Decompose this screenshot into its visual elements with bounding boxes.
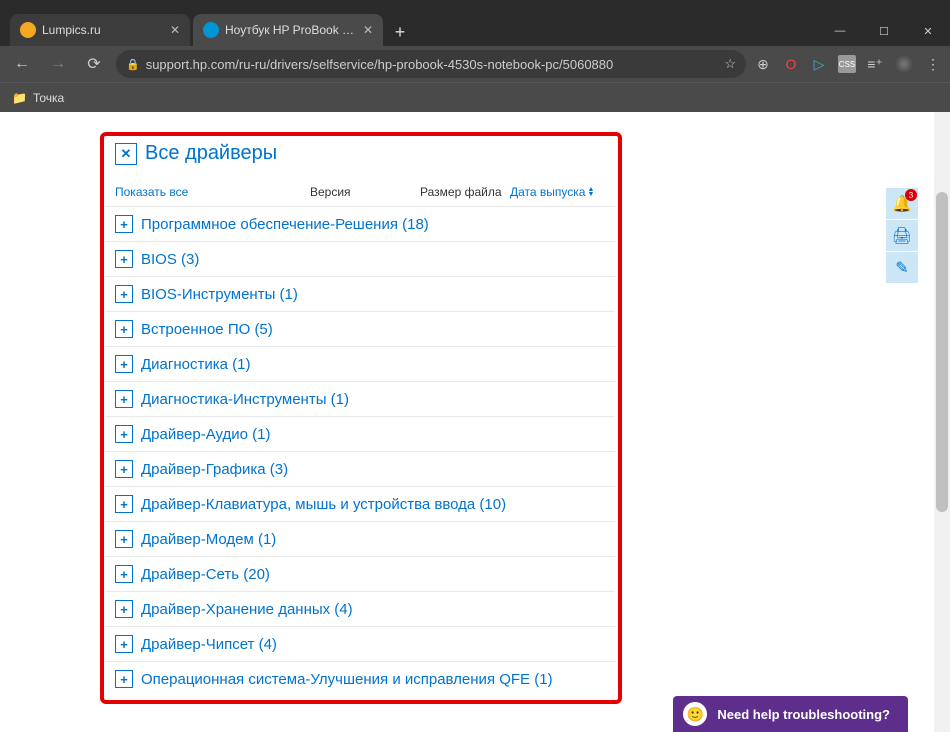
expand-icon[interactable]: + xyxy=(115,355,133,373)
sticky-toolbar: 🔔3 🖨 ✎ xyxy=(886,188,918,284)
collapse-all-icon[interactable]: ✕ xyxy=(115,143,137,165)
opera-icon[interactable]: O xyxy=(782,55,800,73)
expand-icon[interactable]: + xyxy=(115,495,133,513)
maximize-button[interactable]: ☐ xyxy=(862,16,906,46)
category-label: Диагностика (1) xyxy=(141,356,250,373)
close-window-button[interactable]: ✕ xyxy=(906,16,950,46)
avatar-icon[interactable] xyxy=(894,54,914,74)
bookmark-item[interactable]: Точка xyxy=(33,91,64,105)
expand-icon[interactable]: + xyxy=(115,460,133,478)
tab-title: Ноутбук HP ProBook 4530s Загр xyxy=(225,23,357,37)
col-version: Версия xyxy=(310,185,420,199)
col-release-date[interactable]: Дата выпуска ▲▼ xyxy=(510,185,594,199)
favicon-icon xyxy=(20,22,36,38)
url-text: support.hp.com/ru-ru/drivers/selfservice… xyxy=(146,57,719,72)
category-label: Драйвер-Чипсет (4) xyxy=(141,636,277,653)
category-label: Драйвер-Графика (3) xyxy=(141,461,288,478)
col-show-all[interactable]: Показать все xyxy=(115,185,310,199)
menu-icon[interactable]: ⋮ xyxy=(924,55,942,73)
category-row[interactable]: + BIOS-Инструменты (1) xyxy=(105,276,615,311)
close-icon[interactable]: ✕ xyxy=(363,23,373,37)
scrollbar-thumb[interactable] xyxy=(936,192,948,512)
css-icon[interactable]: CSS xyxy=(838,55,856,73)
expand-icon[interactable]: + xyxy=(115,635,133,653)
category-row[interactable]: + Операционная система-Улучшения и исправ… xyxy=(105,661,615,696)
category-row[interactable]: + Диагностика-Инструменты (1) xyxy=(105,381,615,416)
forward-button[interactable]: → xyxy=(44,50,72,78)
address-bar: ← → ⟳ 🔒 support.hp.com/ru-ru/drivers/sel… xyxy=(0,46,950,82)
expand-icon[interactable]: + xyxy=(115,285,133,303)
chat-text: Need help troubleshooting? xyxy=(717,707,890,722)
category-label: Драйвер-Модем (1) xyxy=(141,531,276,548)
star-icon[interactable]: ☆ xyxy=(724,56,736,72)
alert-badge: 3 xyxy=(905,189,917,201)
category-label: Программное обеспечение-Решения (18) xyxy=(141,216,429,233)
category-label: Операционная система-Улучшения и исправл… xyxy=(141,671,553,688)
category-row[interactable]: + Драйвер-Графика (3) xyxy=(105,451,615,486)
chat-widget[interactable]: 🙂 Need help troubleshooting? xyxy=(673,696,908,732)
category-label: Драйвер-Хранение данных (4) xyxy=(141,601,353,618)
close-icon[interactable]: ✕ xyxy=(170,23,180,37)
expand-icon[interactable]: + xyxy=(115,250,133,268)
new-tab-button[interactable]: + xyxy=(386,18,414,46)
category-row[interactable]: + Встроенное ПО (5) xyxy=(105,311,615,346)
category-row[interactable]: + Драйвер-Клавиатура, мышь и устройства в… xyxy=(105,486,615,521)
bookmark-bar: 📁 Точка xyxy=(0,82,950,112)
reader-icon[interactable]: ≡⁺ xyxy=(866,55,884,73)
column-headers: Показать все Версия Размер файла Дата вы… xyxy=(105,179,615,206)
expand-icon[interactable]: + xyxy=(115,215,133,233)
category-label: BIOS-Инструменты (1) xyxy=(141,286,298,303)
expand-icon[interactable]: + xyxy=(115,600,133,618)
tab-hp-support[interactable]: Ноутбук HP ProBook 4530s Загр ✕ xyxy=(193,14,383,46)
tab-lumpics[interactable]: Lumpics.ru ✕ xyxy=(10,14,190,46)
folder-icon: 📁 xyxy=(12,91,27,105)
category-row[interactable]: + Диагностика (1) xyxy=(105,346,615,381)
category-row[interactable]: + Драйвер-Модем (1) xyxy=(105,521,615,556)
alerts-button[interactable]: 🔔3 xyxy=(886,188,918,220)
feedback-button[interactable]: ✎ xyxy=(886,252,918,284)
expand-icon[interactable]: + xyxy=(115,390,133,408)
category-label: Драйвер-Аудио (1) xyxy=(141,426,271,443)
all-drivers-heading: Все драйверы xyxy=(145,142,277,165)
print-button[interactable]: 🖨 xyxy=(886,220,918,252)
tab-title: Lumpics.ru xyxy=(42,23,164,37)
chat-avatar-icon: 🙂 xyxy=(683,702,707,726)
category-label: Встроенное ПО (5) xyxy=(141,321,273,338)
lock-icon: 🔒 xyxy=(126,58,140,71)
category-row[interactable]: + Драйвер-Аудио (1) xyxy=(105,416,615,451)
minimize-button[interactable]: — xyxy=(818,16,862,46)
col-file-size: Размер файла xyxy=(420,185,510,199)
all-drivers-heading-row[interactable]: ✕ Все драйверы xyxy=(105,132,615,179)
category-row[interactable]: + Программное обеспечение-Решения (18) xyxy=(105,206,615,241)
play-icon[interactable]: ▷ xyxy=(810,55,828,73)
category-label: Диагностика-Инструменты (1) xyxy=(141,391,349,408)
category-row[interactable]: + Драйвер-Чипсет (4) xyxy=(105,626,615,661)
tab-strip: Lumpics.ru ✕ Ноутбук HP ProBook 4530s За… xyxy=(0,10,950,46)
category-label: Драйвер-Клавиатура, мышь и устройства вв… xyxy=(141,496,506,513)
category-row[interactable]: + BIOS (3) xyxy=(105,241,615,276)
expand-icon[interactable]: + xyxy=(115,670,133,688)
favicon-icon xyxy=(203,22,219,38)
omnibox[interactable]: 🔒 support.hp.com/ru-ru/drivers/selfservi… xyxy=(116,50,746,78)
back-button[interactable]: ← xyxy=(8,50,36,78)
category-label: BIOS (3) xyxy=(141,251,199,268)
expand-icon[interactable]: + xyxy=(115,565,133,583)
category-row[interactable]: + Драйвер-Сеть (20) xyxy=(105,556,615,591)
reload-button[interactable]: ⟳ xyxy=(80,50,108,78)
sort-icon: ▲▼ xyxy=(587,187,594,197)
expand-icon[interactable]: + xyxy=(115,425,133,443)
scrollbar[interactable] xyxy=(934,112,950,732)
expand-icon[interactable]: + xyxy=(115,320,133,338)
expand-icon[interactable]: + xyxy=(115,530,133,548)
category-row[interactable]: + Драйвер-Хранение данных (4) xyxy=(105,591,615,626)
category-label: Драйвер-Сеть (20) xyxy=(141,566,270,583)
globe-icon[interactable]: ⊕ xyxy=(754,55,772,73)
